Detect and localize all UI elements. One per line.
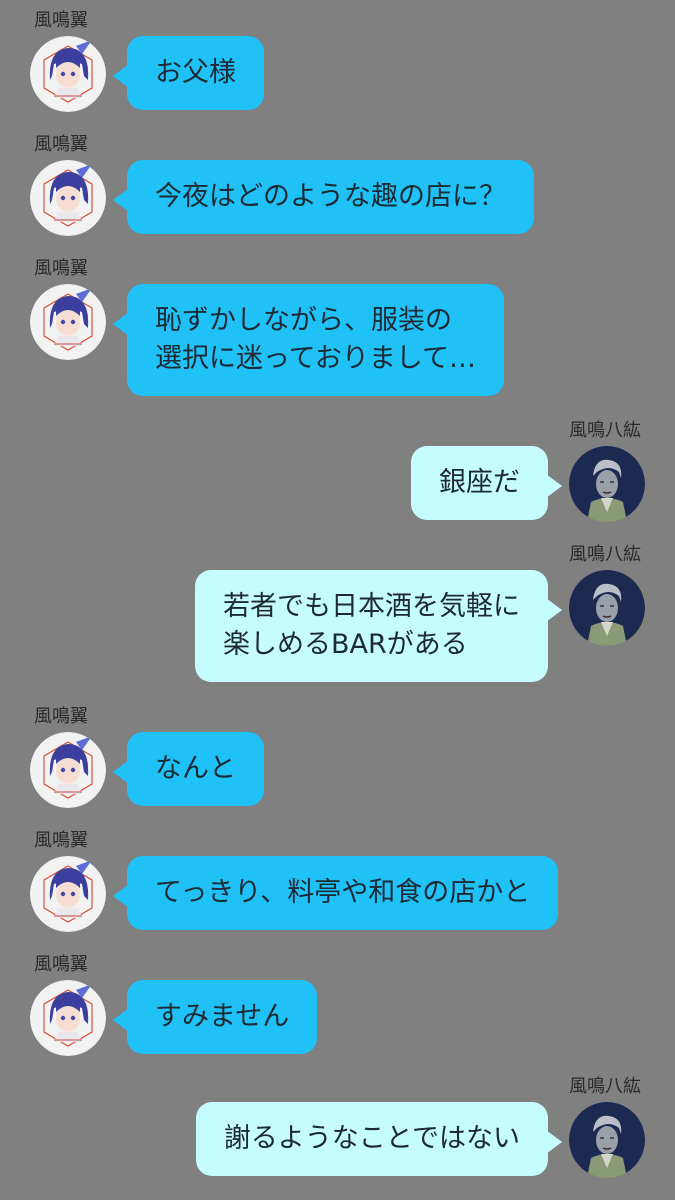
- message-bubble[interactable]: 若者でも日本酒を気軽に 楽しめるBARがある: [195, 570, 562, 682]
- message-text: 楽しめるBARがある: [223, 629, 468, 660]
- yatsuhiro-avatar-icon[interactable]: [569, 446, 645, 522]
- yatsuhiro-avatar-icon[interactable]: [569, 1102, 645, 1178]
- bubble-tail: [113, 760, 129, 784]
- bubble-tail: [113, 1008, 129, 1032]
- message-text: すみません: [155, 1001, 290, 1032]
- message-text: 選択に迷っておりまして…: [155, 343, 477, 374]
- tsubasa-avatar-icon[interactable]: [30, 160, 106, 236]
- message-text: なんと: [155, 753, 236, 784]
- bubble-tail: [546, 474, 562, 498]
- message-text: 今夜はどのような趣の店に？: [155, 181, 506, 212]
- tsubasa-avatar-icon[interactable]: [30, 732, 106, 808]
- bubble-tail: [113, 884, 129, 908]
- bubble-tail: [113, 188, 129, 212]
- tsubasa-avatar-icon[interactable]: [30, 36, 106, 112]
- tsubasa-avatar-icon[interactable]: [30, 980, 106, 1056]
- message-bubble[interactable]: てっきり、料亭や和食の店かと: [113, 856, 559, 930]
- sender-name: 風鳴八紘: [569, 420, 641, 441]
- bubble-tail: [546, 598, 562, 622]
- bubble-tail: [546, 1130, 562, 1154]
- message-text: お父様: [155, 57, 236, 88]
- tsubasa-avatar-icon[interactable]: [30, 284, 106, 360]
- message-bubble[interactable]: 謝るようなことではない: [195, 1102, 562, 1176]
- message-bubble[interactable]: お父様: [113, 36, 264, 110]
- message-text: 謝るようなことではない: [223, 1123, 520, 1154]
- sender-name: 風鳴翼: [34, 10, 88, 31]
- message-bubble[interactable]: なんと: [113, 732, 264, 806]
- chat-log[interactable]: 風鳴翼 お父様 風鳴翼 今夜はどのような趣の店に？ 風鳴翼 恥ずかしながら、服装…: [0, 0, 675, 1200]
- message-text: 銀座だ: [439, 467, 520, 498]
- sender-name: 風鳴八紘: [569, 1076, 641, 1097]
- sender-name: 風鳴翼: [34, 954, 88, 975]
- message-bubble[interactable]: 銀座だ: [411, 446, 562, 520]
- message-bubble[interactable]: 今夜はどのような趣の店に？: [113, 160, 534, 234]
- message-bubble[interactable]: すみません: [113, 980, 318, 1054]
- message-text: 若者でも日本酒を気軽に: [223, 591, 520, 622]
- sender-name: 風鳴八紘: [569, 544, 641, 565]
- bubble-tail: [113, 312, 129, 336]
- sender-name: 風鳴翼: [34, 134, 88, 155]
- sender-name: 風鳴翼: [34, 830, 88, 851]
- sender-name: 風鳴翼: [34, 706, 88, 727]
- sender-name: 風鳴翼: [34, 258, 88, 279]
- message-bubble[interactable]: 恥ずかしながら、服装の 選択に迷っておりまして…: [113, 284, 505, 396]
- yatsuhiro-avatar-icon[interactable]: [569, 570, 645, 646]
- message-text: てっきり、料亭や和食の店かと: [155, 877, 531, 908]
- tsubasa-avatar-icon[interactable]: [30, 856, 106, 932]
- bubble-tail: [113, 64, 129, 88]
- message-text: 恥ずかしながら、服装の: [155, 305, 452, 336]
